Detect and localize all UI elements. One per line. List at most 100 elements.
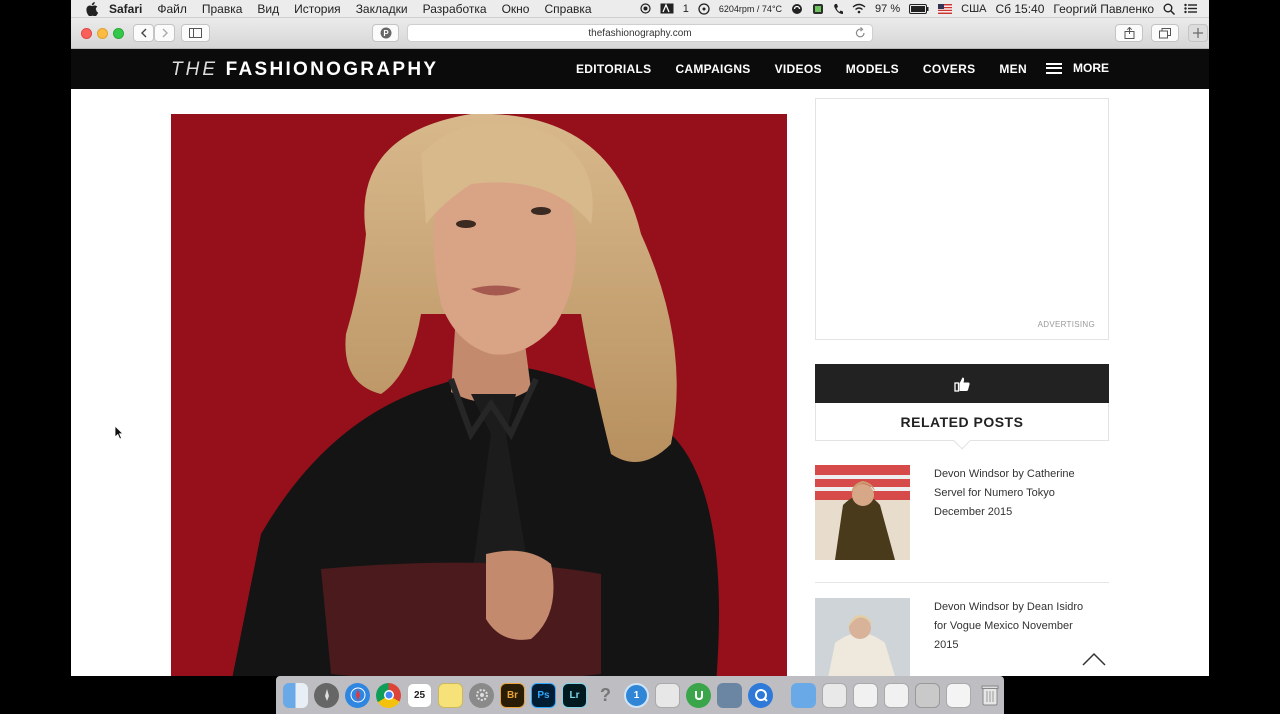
us-flag-icon[interactable] (938, 3, 953, 14)
utorrent-icon[interactable] (686, 682, 711, 708)
url-text: thefashionography.com (588, 27, 692, 39)
notes-icon[interactable] (438, 682, 463, 708)
trash-icon[interactable] (977, 683, 1002, 708)
nav-covers[interactable]: COVERS (923, 62, 975, 76)
close-window-button[interactable] (81, 28, 92, 39)
like-button[interactable] (815, 364, 1109, 403)
bridge-icon[interactable]: Br (500, 682, 525, 708)
adobe-creative-cloud-icon[interactable] (660, 3, 674, 14)
onepassword-label: 1 (633, 689, 640, 701)
clock[interactable]: Сб 15:40 (996, 2, 1045, 16)
thumbs-up-icon (953, 377, 970, 392)
forward-button[interactable] (154, 24, 175, 42)
document-stack-icon[interactable] (822, 682, 847, 708)
document-stack-icon[interactable] (946, 682, 971, 708)
main-nav: EDITORIALS CAMPAIGNS VIDEOS MODELS COVER… (576, 62, 1051, 76)
scroll-to-top-button[interactable] (1082, 652, 1106, 671)
nav-campaigns[interactable]: CAMPAIGNS (675, 62, 750, 76)
finder-icon[interactable] (283, 682, 308, 708)
user-name[interactable]: Георгий Павленко (1053, 2, 1154, 16)
apple-menu-icon[interactable] (85, 1, 99, 16)
chrome-icon[interactable] (376, 682, 401, 708)
menu-history[interactable]: История (294, 2, 341, 16)
mouse-cursor-icon (114, 425, 124, 445)
menu-file[interactable]: Файл (157, 2, 187, 16)
notification-center-icon[interactable] (1184, 3, 1197, 14)
share-icon (1124, 27, 1134, 39)
sidebar-icon (189, 28, 202, 38)
related-post-thumbnail[interactable] (815, 598, 910, 676)
menu-edit[interactable]: Правка (202, 2, 243, 16)
related-post-title[interactable]: Devon Windsor by Dean Isidro for Vogue M… (934, 598, 1084, 676)
related-posts-heading: RELATED POSTS (815, 403, 1109, 450)
menu-help[interactable]: Справка (544, 2, 591, 16)
document-stack-icon[interactable] (915, 682, 940, 708)
onepassword-icon[interactable]: 1 (624, 682, 649, 708)
new-tab-button[interactable] (1188, 24, 1208, 42)
folder-icon[interactable] (791, 682, 816, 708)
tabs-icon (1159, 27, 1171, 38)
menu-view[interactable]: Вид (257, 2, 279, 16)
adobe-count: 1 (682, 2, 689, 15)
site-logo[interactable]: THE FASHIONOGRAPHY (171, 59, 438, 81)
chevron-right-icon (162, 28, 168, 38)
safari-icon[interactable] (345, 682, 370, 708)
pinterest-extension-button[interactable]: P (372, 24, 399, 42)
pinterest-icon: P (380, 27, 391, 39)
record-icon[interactable] (640, 3, 651, 14)
page-content: ADVERTISING RELATED POSTS Devon Windsor … (71, 89, 1209, 676)
hamburger-icon (1046, 62, 1062, 74)
hero-photo[interactable] (171, 114, 787, 676)
nav-models[interactable]: MODELS (846, 62, 899, 76)
nav-editorials[interactable]: EDITORIALS (576, 62, 651, 76)
lightroom-label: Lr (569, 689, 580, 701)
back-button[interactable] (133, 24, 154, 42)
fan-icon[interactable] (698, 2, 710, 15)
heading-notch (953, 432, 971, 450)
phone-icon[interactable] (833, 3, 844, 15)
mac-menu-bar: Safari Файл Правка Вид История Закладки … (71, 0, 1209, 18)
share-button[interactable] (1115, 24, 1143, 42)
browser-toolbar: P thefashionography.com (71, 18, 1209, 49)
related-post[interactable]: Devon Windsor by Catherine Servel for Nu… (815, 465, 1109, 560)
menu-develop[interactable]: Разработка (423, 2, 487, 16)
battery-icon[interactable] (909, 3, 929, 14)
document-stack-icon[interactable] (853, 682, 878, 708)
advertisement-slot[interactable]: ADVERTISING (815, 98, 1109, 340)
calendar-icon[interactable]: 25 (407, 682, 432, 708)
related-post-thumbnail[interactable] (815, 465, 910, 560)
menu-window[interactable]: Окно (502, 2, 530, 16)
nav-men[interactable]: MEN (999, 62, 1027, 76)
related-post[interactable]: Devon Windsor by Dean Isidro for Vogue M… (815, 598, 1109, 676)
plus-icon (1193, 28, 1203, 38)
photoshop-icon[interactable]: Ps (531, 682, 556, 708)
status-area: 1 6204rpm / 74°C 97 % США Сб 15:40 Георг… (640, 2, 1209, 16)
lightroom-icon[interactable]: Lr (562, 682, 587, 708)
chevron-left-icon (140, 28, 146, 38)
photoshop-label: Ps (537, 689, 550, 701)
menu-bookmarks[interactable]: Закладки (356, 2, 408, 16)
quicktime-icon[interactable] (748, 682, 773, 708)
address-bar[interactable]: thefashionography.com (407, 24, 873, 42)
zoom-window-button[interactable] (113, 28, 124, 39)
sync-icon[interactable] (791, 3, 803, 15)
nav-videos[interactable]: VIDEOS (775, 62, 822, 76)
document-stack-icon[interactable] (884, 682, 909, 708)
help-question-icon[interactable]: ? (593, 683, 618, 708)
show-all-tabs-button[interactable] (1151, 24, 1179, 42)
sidebar-toggle-button[interactable] (181, 24, 210, 42)
spotlight-search-icon[interactable] (1163, 3, 1175, 15)
reload-icon[interactable] (855, 27, 866, 42)
image-capture-icon[interactable] (717, 682, 742, 708)
battery-percent: 97 % (875, 2, 901, 15)
wifi-icon[interactable] (852, 3, 866, 14)
textedit-icon[interactable] (655, 682, 680, 708)
more-menu-button[interactable]: MORE (1046, 61, 1109, 75)
launchpad-icon[interactable] (314, 682, 339, 708)
system-preferences-icon[interactable] (469, 682, 494, 708)
related-posts-title: RELATED POSTS (900, 413, 1024, 430)
evernote-icon[interactable] (812, 3, 824, 15)
minimize-window-button[interactable] (97, 28, 108, 39)
related-post-title[interactable]: Devon Windsor by Catherine Servel for Nu… (934, 465, 1084, 560)
menu-app-name[interactable]: Safari (109, 2, 142, 16)
